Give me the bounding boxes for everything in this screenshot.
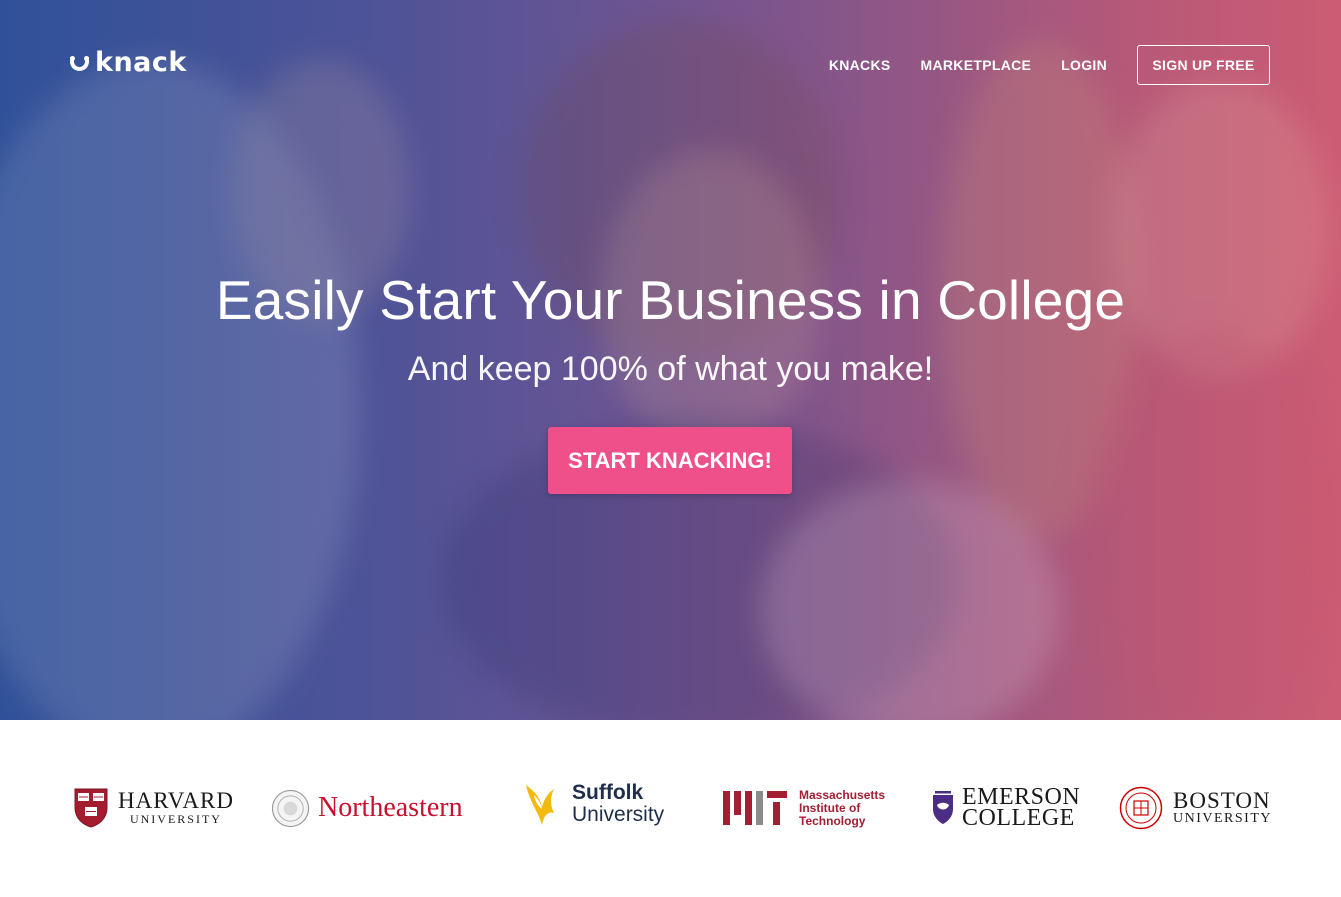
hero-headline: Easily Start Your Business in College — [215, 269, 1126, 331]
harvard-subname: UNIVERSITY — [129, 812, 222, 826]
harvard-name: HARVARD — [118, 788, 234, 813]
boston-university-name: BOSTON — [1173, 788, 1271, 813]
smile-u-icon — [70, 53, 92, 73]
mit-logo: Massachusetts Institute of Technology — [723, 778, 885, 838]
suffolk-name: Suffolk — [572, 781, 644, 804]
mit-name-line3: Technology — [799, 813, 866, 828]
emerson-logo: EMERSON COLLEGE — [930, 778, 1080, 838]
hero-section: knack KNACKS MARKETPLACE LOGIN SIGN UP F… — [0, 0, 1341, 720]
northeastern-logo: Northeastern — [271, 778, 463, 838]
nav-link-login[interactable]: LOGIN — [1061, 57, 1107, 73]
hero-subheadline: And keep 100% of what you make! — [407, 350, 934, 388]
suffolk-flame-icon — [526, 785, 554, 825]
nav-link-knacks[interactable]: KNACKS — [829, 57, 891, 73]
harvard-shield-icon — [74, 788, 108, 828]
northeastern-name: Northeastern — [318, 792, 463, 823]
emerson-crest-icon — [933, 791, 953, 824]
suffolk-subname: University — [572, 803, 665, 826]
suffolk-logo: Suffolk University — [524, 774, 664, 834]
northeastern-seal-icon — [271, 789, 310, 827]
nav-link-marketplace[interactable]: MARKETPLACE — [921, 57, 1032, 73]
sign-up-free-button[interactable]: SIGN UP FREE — [1137, 45, 1270, 85]
mit-name-line1: Massachusetts — [799, 787, 886, 802]
boston-university-seal-icon — [1119, 786, 1163, 830]
uknack-logo[interactable]: knack — [70, 48, 187, 78]
logo-text: knack — [95, 47, 187, 78]
emerson-subname: COLLEGE — [962, 805, 1075, 831]
mit-bars-icon — [723, 791, 787, 825]
boston-university-logo: BOSTON UNIVERSITY — [1119, 778, 1272, 838]
main-nav: KNACKS MARKETPLACE LOGIN SIGN UP FREE — [799, 45, 1270, 85]
start-knacking-button[interactable]: START KNACKING! — [548, 427, 792, 494]
harvard-logo: HARVARD UNIVERSITY — [74, 778, 234, 838]
boston-university-subname: UNIVERSITY — [1173, 811, 1272, 826]
university-logos-strip: HARVARD UNIVERSITY Northeastern Suffolk … — [0, 720, 1341, 897]
mit-name-line2: Institute of — [799, 800, 861, 815]
top-navbar: knack KNACKS MARKETPLACE LOGIN SIGN UP F… — [0, 0, 1341, 130]
